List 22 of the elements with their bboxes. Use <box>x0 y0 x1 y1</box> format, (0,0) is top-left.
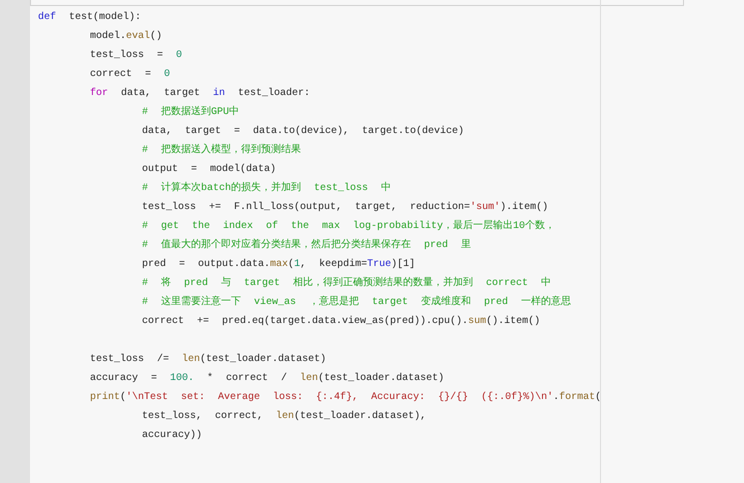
code-line: print('\nTest set: Average loss: {:.4f}, Accuracy: {}/{} ({:.0f}%)\n'.format( <box>89 390 602 405</box>
code-line: # 将 pred 与 target 相比，得到正确预测结果的数量，并加到 correct 中 <box>141 276 552 291</box>
code-line: test_loss = 0 <box>89 48 184 63</box>
code-line: data, target = data.to(device), target.to(device) <box>141 124 466 139</box>
code-line: # 把数据送入模型，得到预测结果 <box>141 142 302 158</box>
code-line: for data, target in test_loader: <box>89 86 312 101</box>
code-line: accuracy)) <box>141 428 204 443</box>
code-line: # 把数据送到GPU中 <box>141 104 240 120</box>
code-line: correct += pred.eq(target.data.view_as(pred)).cpu().sum().item() <box>141 314 542 329</box>
code-line: correct = 0 <box>89 68 172 82</box>
code-line: # 计算本次batch的损失，并加到 test_loss 中 <box>141 180 392 196</box>
code-line: test_loss, correct, len(test_loader.dataset), <box>141 410 428 424</box>
code-line: test_loss += F.nll_loss(output, target, reduction='sum').item() <box>141 200 550 215</box>
code-line: accuracy = 100. * correct / len(test_loader.dataset) <box>89 372 446 386</box>
code-line: model.eval() <box>89 30 164 44</box>
code-line: # 值最大的那个即对应着分类结果，然后把分类结果保存在 pred 里 <box>141 238 472 253</box>
code-line: pred = output.data.max(1, keepdim=True)[1] <box>141 258 416 272</box>
code-line: output = model(data) <box>141 162 278 177</box>
code-line: # 这里需要注意一下 view_as ，意思是把 target 变成维度和 pred 一样的意思 <box>141 294 572 310</box>
code-line: test_loss /= len(test_loader.dataset) <box>89 352 328 367</box>
code-line: def test(model): <box>38 10 142 25</box>
code-line: # get the index of the max log-probability，最后一层输出10个数， <box>141 218 556 234</box>
